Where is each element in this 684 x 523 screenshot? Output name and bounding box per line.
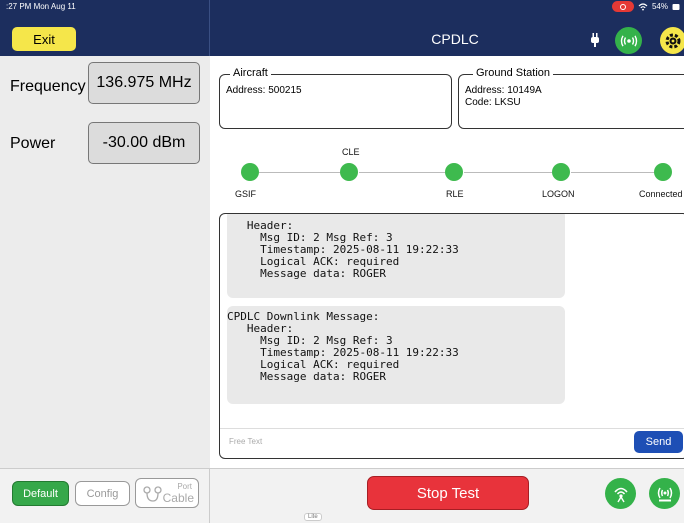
cable-label: Cable — [162, 491, 194, 505]
config-button[interactable]: Config — [75, 481, 130, 506]
step-gsif-label: GSIF — [235, 189, 257, 199]
step-connected-label: Connected — [639, 189, 683, 199]
radio-broadcast-button[interactable] — [615, 27, 642, 54]
step-connected-indicator — [654, 163, 672, 181]
aircraft-group: Aircraft Address: 500215 — [219, 67, 452, 129]
aircraft-legend: Aircraft — [230, 67, 271, 79]
ground-station-address: Address: 10149A — [465, 85, 542, 96]
page-title: CPDLC — [431, 31, 479, 47]
frequency-label: Frequency — [10, 78, 86, 95]
antenna-button[interactable] — [649, 478, 680, 509]
free-text-input[interactable]: Free Text — [229, 437, 262, 446]
wireless-antenna-icon — [613, 487, 628, 502]
radio-settings-panel: Frequency 136.975 MHz Power -30.00 dBm — [0, 56, 210, 468]
exit-button[interactable]: Exit — [12, 27, 76, 51]
status-icons: 54% — [611, 1, 680, 12]
ground-station-group: Ground Station Address: 10149A Code: LKS… — [458, 67, 684, 129]
antenna-tower-icon — [657, 487, 672, 501]
step-connector — [259, 172, 340, 173]
step-cle-indicator — [340, 163, 358, 181]
aircraft-address: Address: 500215 — [226, 85, 302, 96]
wireless-button[interactable] — [605, 478, 636, 509]
port-label: Port — [177, 482, 192, 491]
battery-icon — [672, 3, 680, 10]
ground-station-legend: Ground Station — [473, 67, 553, 79]
gear-icon — [665, 33, 681, 48]
battery-percent: 54% — [651, 2, 668, 11]
recording-indicator-icon — [611, 1, 634, 12]
lite-tag: Lite — [304, 513, 322, 521]
send-button[interactable]: Send — [634, 431, 683, 453]
status-time: :27 PM Mon Aug 11 — [6, 2, 76, 11]
cable-icon — [143, 486, 162, 502]
power-field[interactable]: -30.00 dBm — [88, 122, 200, 164]
message-bubble: CPDLC Downlink Message: Header: Msg ID: … — [227, 306, 565, 404]
step-logon-label: LOGON — [542, 189, 575, 199]
step-gsif-indicator — [241, 163, 259, 181]
header-bar: :27 PM Mon Aug 11 54% Exit CPDLC — [0, 0, 684, 56]
broadcast-icon — [620, 34, 637, 47]
frequency-field[interactable]: 136.975 MHz — [88, 62, 200, 104]
default-button[interactable]: Default — [12, 481, 69, 506]
wifi-icon — [638, 2, 648, 10]
step-connector — [359, 172, 445, 173]
stop-test-button[interactable]: Stop Test — [367, 476, 529, 510]
header-divider — [209, 0, 210, 56]
step-cle-label: CLE — [342, 147, 360, 157]
step-connector — [464, 172, 552, 173]
settings-button[interactable] — [660, 27, 684, 54]
step-logon-indicator — [552, 163, 570, 181]
ground-station-code: Code: LKSU — [465, 97, 521, 108]
message-bubble: Header: Msg ID: 2 Msg Ref: 3 Timestamp: … — [227, 214, 565, 298]
power-label: Power — [10, 135, 56, 152]
step-rle-label: RLE — [446, 189, 464, 199]
port-cable-button[interactable]: Port Cable — [135, 478, 199, 508]
step-rle-indicator — [445, 163, 463, 181]
step-connector — [571, 172, 654, 173]
compose-divider — [220, 428, 684, 429]
power-plug-icon — [591, 33, 599, 47]
toolbar-divider — [209, 468, 210, 523]
message-log[interactable]: Header: Msg ID: 2 Msg Ref: 3 Timestamp: … — [219, 213, 684, 459]
